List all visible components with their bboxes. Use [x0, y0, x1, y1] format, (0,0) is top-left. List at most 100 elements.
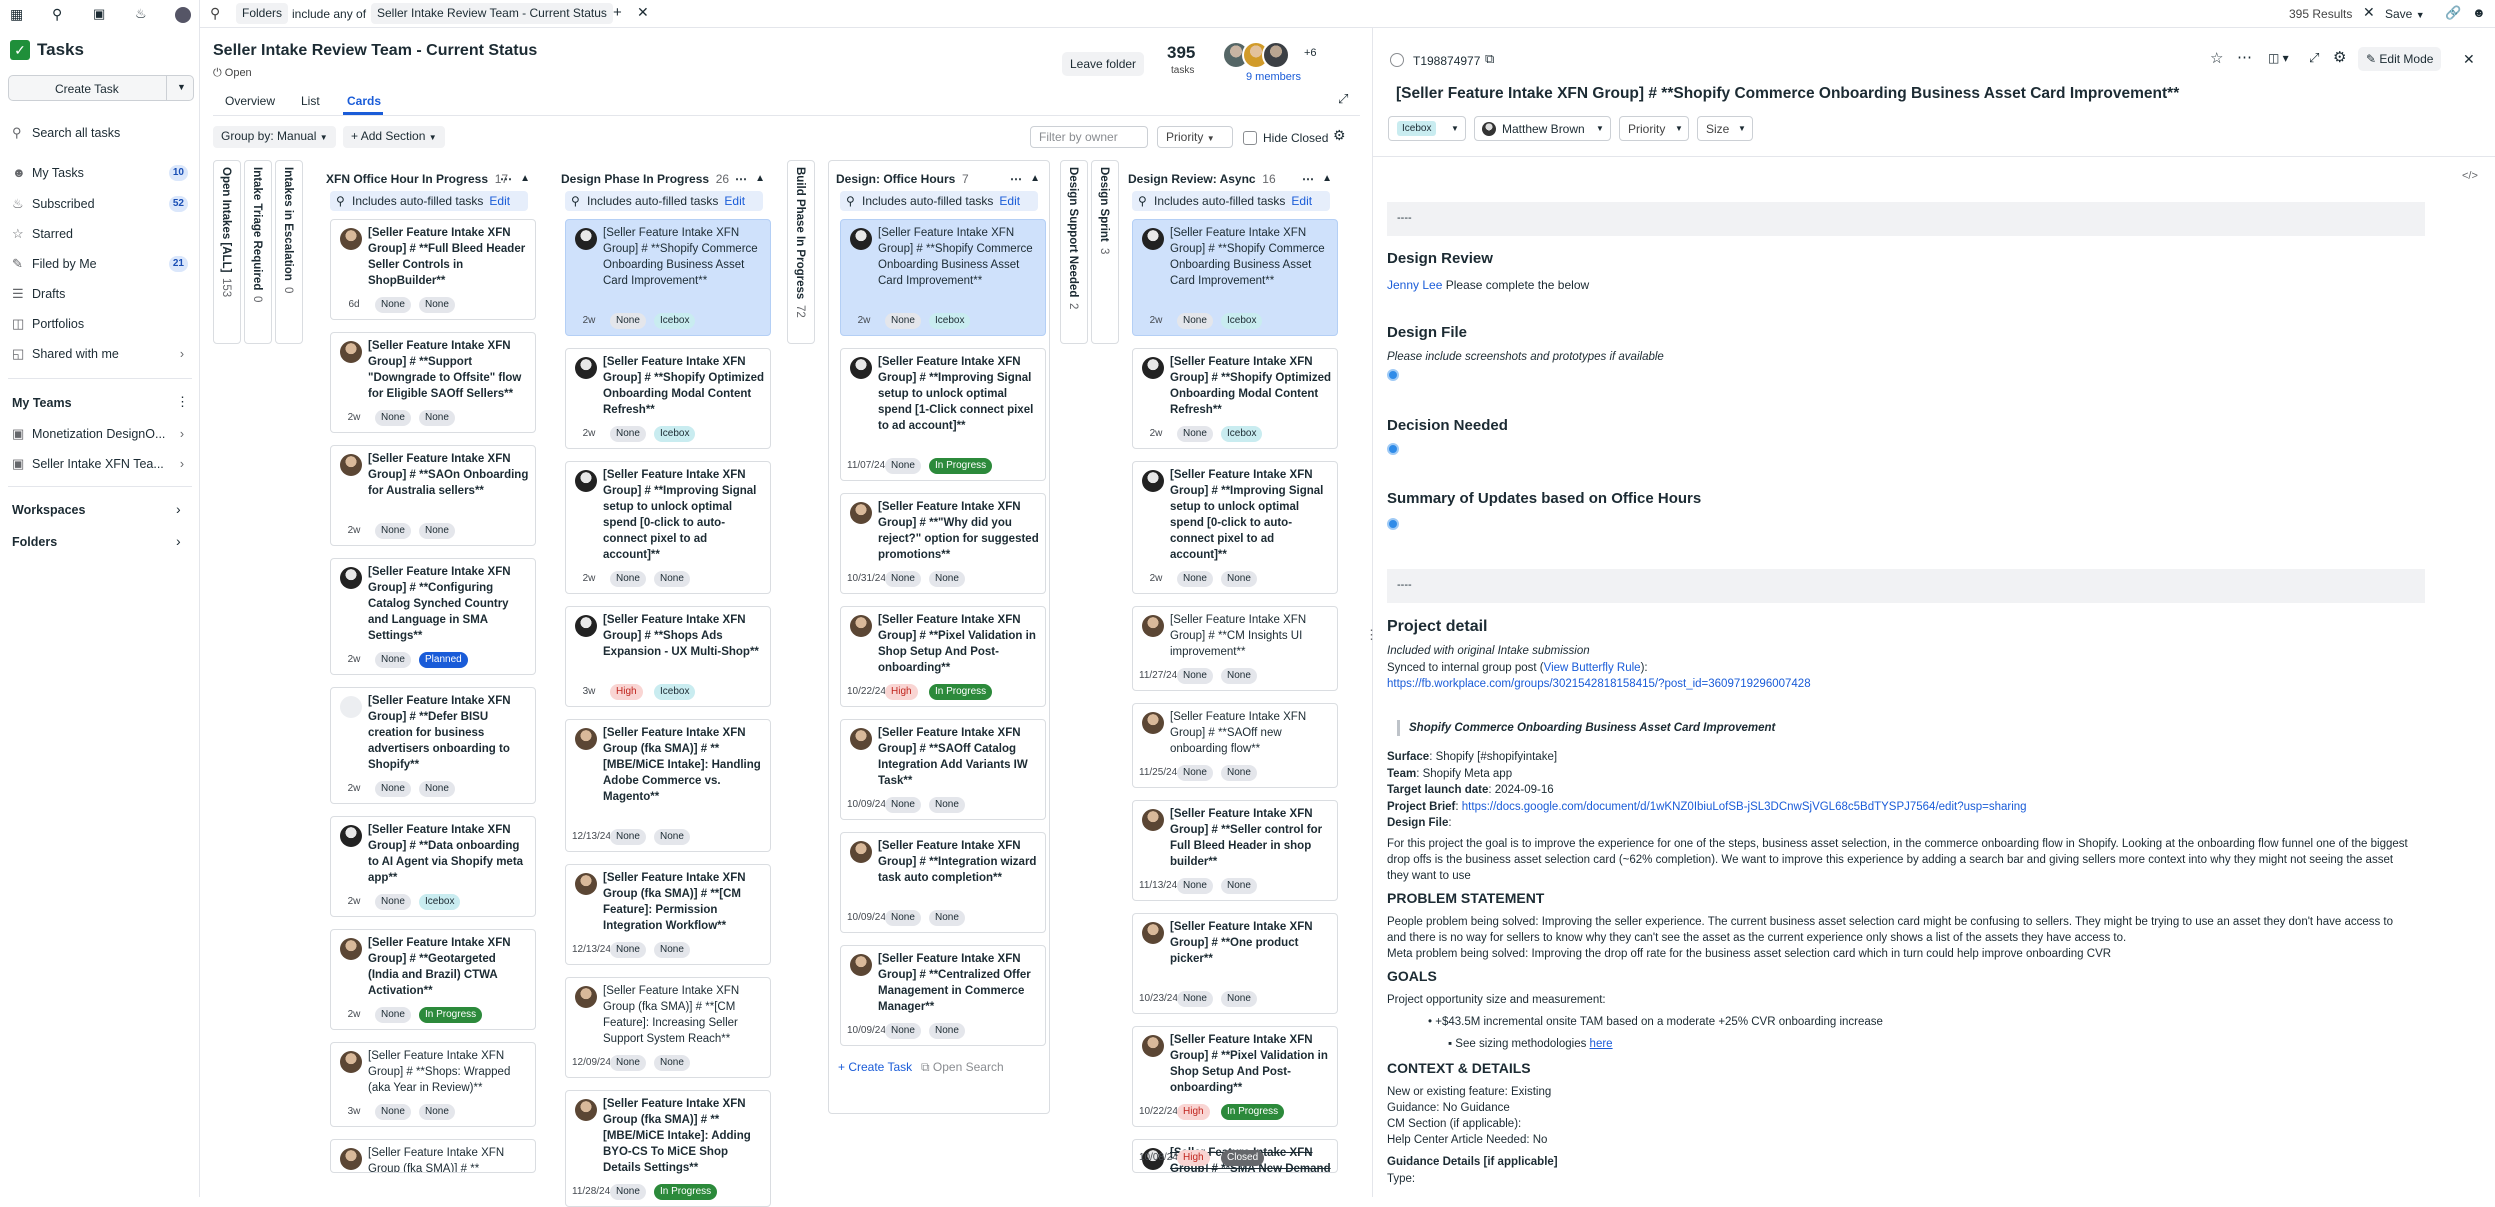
close-results-icon[interactable]: ✕	[2363, 5, 2375, 19]
collapsed-column[interactable]: Open Intakes [ALL] 153	[213, 160, 241, 344]
tag-dropdown[interactable]: Icebox ▼	[1388, 116, 1466, 141]
nav-my-tasks[interactable]: ☻ My Tasks 10	[8, 160, 192, 186]
collapsed-column[interactable]: Design Support Needed 2	[1060, 160, 1088, 344]
priority-dropdown[interactable]: Priority ▼	[1157, 126, 1233, 148]
column-header[interactable]: Design Phase In Progress 26 ⋯ ▲	[561, 168, 767, 190]
nav-filed-by-me[interactable]: ✎ Filed by Me 21	[8, 251, 192, 277]
task-card[interactable]: [Seller Feature Intake XFN Group] # **Sh…	[1132, 348, 1338, 449]
expand-icon[interactable]: ⤢	[1338, 92, 1348, 105]
task-card[interactable]: [Seller Feature Intake XFN Group] # **Sh…	[1132, 219, 1338, 336]
workplace-post-link[interactable]: https://fb.workplace.com/groups/30215428…	[1387, 678, 1811, 690]
chevron-up-icon[interactable]: ▲	[755, 168, 765, 190]
task-card[interactable]: [Seller Feature Intake XFN Group] # **Ge…	[330, 929, 536, 1030]
task-card[interactable]: [Seller Feature Intake XFN Group] # **Su…	[330, 332, 536, 433]
task-card[interactable]: [Seller Feature Intake XFN Group] # **Sh…	[565, 219, 771, 336]
task-card[interactable]: [Seller Feature Intake XFN Group] # **On…	[1132, 913, 1338, 1014]
more-icon[interactable]: ⋯	[735, 168, 747, 190]
search-all-tasks[interactable]: ⚲ Search all tasks	[8, 120, 192, 146]
collapsed-column[interactable]: Design Sprint 3	[1091, 160, 1119, 344]
task-card[interactable]: [Seller Feature Intake XFN Group] # **Da…	[330, 816, 536, 917]
save-button[interactable]: Save ▼	[2385, 4, 2430, 24]
team-seller-intake[interactable]: ▣ Seller Intake XFN Tea... ›	[8, 451, 192, 477]
task-card[interactable]: [Seller Feature Intake XFN Group] # **Sh…	[565, 348, 771, 449]
hide-closed-checkbox[interactable]	[1243, 131, 1257, 145]
gear-icon[interactable]: ⚙	[1333, 128, 1346, 142]
task-card[interactable]: [Seller Feature Intake XFN Group] # **De…	[330, 687, 536, 804]
folders-filter-chip[interactable]: Folders	[236, 3, 289, 24]
task-card[interactable]: [Seller Feature Intake XFN Group] # **SA…	[330, 445, 536, 546]
folder-value-chip[interactable]: Seller Intake Review Team - Current Stat…	[371, 3, 613, 24]
collapsed-column[interactable]: Intakes in Escalation 0	[275, 160, 303, 344]
edit-link[interactable]: Edit	[489, 194, 510, 208]
task-card[interactable]: [Seller Feature Intake XFN Group (fka SM…	[565, 864, 771, 965]
collapsed-column[interactable]: Intake Triage Required 0	[244, 160, 272, 344]
expand-icon[interactable]: ⤢	[2309, 51, 2319, 64]
task-card[interactable]: [Seller Feature Intake XFN Group] # **Pi…	[1132, 1026, 1338, 1127]
star-icon[interactable]: ☆	[2210, 51, 2223, 66]
chevron-right-icon[interactable]: ›	[176, 533, 181, 549]
size-dropdown[interactable]: Size ▼	[1697, 116, 1753, 141]
add-filter-icon[interactable]: +	[613, 5, 622, 20]
add-section-button[interactable]: + Add Section ▼	[343, 126, 445, 148]
team-monetization[interactable]: ▣ Monetization DesignO... ›	[8, 421, 192, 447]
butterfly-rule-link[interactable]: View Butterfly Rule	[1544, 662, 1641, 674]
nav-subscribed[interactable]: ♨ Subscribed 52	[8, 191, 192, 217]
priority-dropdown[interactable]: Priority ▼	[1619, 116, 1689, 141]
link-icon[interactable]: 🔗	[2445, 6, 2461, 19]
code-icon[interactable]: </>	[2462, 171, 2478, 182]
edit-mode-button[interactable]: ✎ Edit Mode	[2358, 47, 2442, 71]
gear-icon[interactable]: ⚙	[2333, 50, 2346, 65]
nav-drafts[interactable]: ☰ Drafts	[8, 281, 192, 307]
task-card[interactable]: [Seller Feature Intake XFN Group] # **SA…	[840, 719, 1046, 820]
clear-filter-icon[interactable]: ✕	[637, 5, 649, 19]
tab-overview[interactable]: Overview	[225, 94, 275, 108]
brief-link[interactable]: https://docs.google.com/document/d/1wKNZ…	[1462, 801, 2027, 813]
here-link[interactable]: here	[1590, 1038, 1613, 1050]
owner-dropdown[interactable]: Matthew Brown ▼	[1474, 116, 1611, 141]
open-search-link[interactable]: ⧉ Open Search	[921, 1060, 1004, 1075]
edit-link[interactable]: Edit	[999, 194, 1020, 208]
group-by-dropdown[interactable]: Group by: Manual ▼	[213, 126, 336, 148]
more-icon[interactable]: ⋯	[500, 168, 512, 190]
task-card[interactable]: [Seller Feature Intake XFN Group] # **Sh…	[565, 606, 771, 707]
column-header[interactable]: XFN Office Hour In Progress 17 ⋯ ▲	[326, 168, 532, 190]
mention-link[interactable]: Jenny Lee	[1387, 278, 1442, 292]
search-icon[interactable]: ⚲	[52, 7, 62, 21]
status-circle-icon[interactable]	[1390, 53, 1404, 67]
task-card[interactable]: [Seller Feature Intake XFN Group] # **In…	[840, 832, 1046, 933]
task-card[interactable]: [Seller Feature Intake XFN Group] # **"W…	[840, 493, 1046, 594]
nav-shared-with-me[interactable]: ◱ Shared with me ›	[8, 341, 192, 367]
profile-avatar[interactable]	[175, 7, 191, 23]
avatar-more-count[interactable]: +6	[1304, 47, 1317, 59]
create-task-dropdown-icon[interactable]: ▼	[177, 83, 186, 92]
task-card[interactable]: [Seller Feature Intake XFN Group] # **SA…	[1132, 703, 1338, 788]
task-card[interactable]: [Seller Feature Intake XFN Group] # **Fu…	[330, 219, 536, 320]
search-icon[interactable]: ⚲	[210, 6, 220, 20]
task-card[interactable]: [Seller Feature Intake XFN Group] # **Im…	[565, 461, 771, 594]
task-card[interactable]: [Seller Feature Intake XFN Group (fka SM…	[565, 719, 771, 852]
drag-handle-icon[interactable]: ⋮	[1365, 628, 1378, 641]
task-card[interactable]: [Seller Feature Intake XFN Group] # **Im…	[1132, 461, 1338, 594]
more-icon[interactable]: ⋯	[1010, 168, 1022, 190]
copy-icon[interactable]: ⧉	[1485, 52, 1494, 65]
task-card[interactable]: [Seller Feature Intake XFN Group (fka SM…	[565, 977, 771, 1078]
task-card[interactable]: [Seller Feature Intake XFN Group] # **Co…	[330, 558, 536, 675]
bookmark-icon[interactable]: ▣	[93, 7, 105, 20]
workspaces-header[interactable]: Workspaces	[12, 503, 85, 517]
tab-list[interactable]: List	[301, 94, 320, 108]
chevron-right-icon[interactable]: ›	[176, 501, 181, 517]
task-card[interactable]: [Seller Feature Intake XFN Group] # **Im…	[840, 348, 1046, 481]
more-icon[interactable]: ⋮	[176, 395, 189, 408]
task-card[interactable]: [Seller Feature Intake XFN Group] # **Sh…	[840, 219, 1046, 336]
task-card[interactable]: [Seller Feature Intake XFN Group (fka SM…	[565, 1090, 771, 1207]
members-link[interactable]: 9 members	[1246, 71, 1301, 83]
edit-link[interactable]: Edit	[1291, 194, 1312, 208]
task-card[interactable]: [Seller Feature Intake XFN Group] # **CM…	[1132, 606, 1338, 691]
task-card[interactable]: [Seller Feature Intake XFN Group] # **Se…	[1132, 800, 1338, 901]
member-avatars[interactable]	[1222, 41, 1302, 69]
task-card[interactable]: [Seller Feature Intake XFN Group] # **Sh…	[330, 1042, 536, 1127]
layout-icon[interactable]: ◫ ▾	[2268, 52, 2289, 64]
create-task-button[interactable]: Create Task ▼	[8, 75, 194, 101]
create-task-link[interactable]: + Create Task	[838, 1060, 912, 1074]
task-card[interactable]: [Seller Feature Intake XFN Group] # **Pi…	[840, 606, 1046, 707]
